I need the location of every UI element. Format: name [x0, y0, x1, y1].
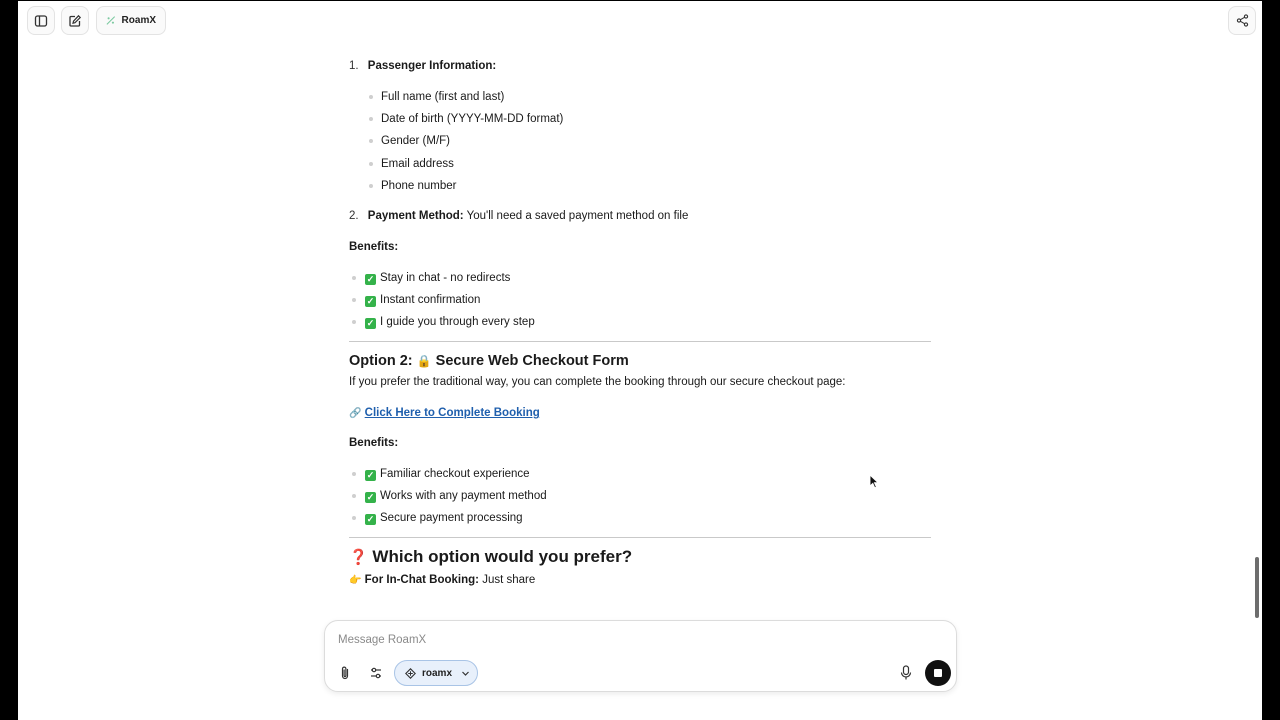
list-item-text: I guide you through every step	[380, 316, 535, 328]
option-2-description: If you prefer the traditional way, you c…	[349, 376, 846, 388]
step-2-title: Payment Method:	[367, 210, 464, 222]
followup-text: Just share	[482, 574, 536, 586]
checkmark-icon: ✓	[365, 274, 376, 285]
list-item: Date of birth (YYYY-MM-DD format)	[381, 113, 564, 125]
scrollbar-thumb[interactable]	[1255, 557, 1259, 618]
list-item: ✓ Stay in chat - no redirects	[365, 271, 510, 285]
bullet	[369, 162, 373, 166]
list-item: ✓ I guide you through every step	[365, 315, 535, 329]
divider	[349, 537, 931, 538]
mouse-cursor-icon	[869, 474, 879, 489]
top-bar: RoamX	[18, 1, 1262, 41]
bullet	[369, 139, 373, 143]
chevron-down-icon	[462, 671, 469, 676]
list-item: Full name (first and last)	[381, 91, 505, 103]
step-2-text: You'll need a saved payment method on fi…	[466, 210, 689, 222]
divider	[349, 341, 931, 342]
list-item-text: Instant confirmation	[380, 294, 481, 306]
voice-button[interactable]	[896, 663, 916, 683]
list-item: Phone number	[381, 180, 457, 192]
option-2-title: Secure Web Checkout Form	[435, 353, 629, 369]
benefits-heading: Benefits:	[349, 241, 399, 253]
list-item: ✓ Familiar checkout experience	[365, 467, 530, 481]
bullet	[369, 184, 373, 188]
microphone-icon	[900, 665, 912, 680]
bullet	[352, 276, 356, 280]
tools-button[interactable]	[366, 663, 386, 683]
message-input[interactable]	[338, 631, 898, 649]
share-button[interactable]	[1228, 6, 1256, 35]
brand-button[interactable]: RoamX	[96, 6, 166, 35]
paperclip-icon	[341, 666, 349, 680]
bullet	[369, 95, 373, 99]
bullet	[352, 494, 356, 498]
complete-booking-link[interactable]: Click Here to Complete Booking	[365, 407, 540, 419]
list-item: ✓ Works with any payment method	[365, 489, 547, 503]
message-composer: roamx	[324, 620, 957, 692]
list-item-text: Stay in chat - no redirects	[380, 272, 511, 284]
step-1-title: Passenger Information:	[367, 60, 497, 72]
step-2-number: 2.	[349, 210, 359, 222]
question-text: Which option would you prefer?	[372, 547, 633, 566]
sidebar-toggle-button[interactable]	[27, 6, 55, 35]
list-item: ✓ Instant confirmation	[365, 293, 480, 307]
lock-icon: 🔒	[416, 354, 432, 368]
step-2: 2. Payment Method: You'll need a saved p…	[349, 209, 688, 223]
checkmark-icon: ✓	[365, 514, 376, 525]
question-icon: ❓	[349, 549, 368, 566]
list-item: ✓ Secure payment processing	[365, 511, 523, 525]
chat-app: RoamX 1. Passenger Information: Full nam…	[18, 1, 1262, 720]
attach-button[interactable]	[335, 663, 355, 683]
model-icon	[405, 667, 416, 679]
stop-icon	[934, 669, 942, 677]
benefits-heading: Benefits:	[349, 437, 399, 449]
step-1-number: 1.	[349, 60, 359, 72]
stop-button[interactable]	[925, 660, 951, 686]
step-1: 1. Passenger Information:	[349, 59, 496, 73]
share-icon	[1236, 14, 1248, 27]
bullet	[369, 117, 373, 121]
bullet	[352, 472, 356, 476]
followup-line: 👉 For In-Chat Booking: Just share	[349, 573, 535, 588]
sidebar-toggle-icon	[34, 14, 48, 27]
checkmark-icon: ✓	[365, 492, 376, 503]
checkmark-icon: ✓	[365, 470, 376, 481]
list-item-text: Works with any payment method	[380, 490, 547, 502]
list-item-text: Secure payment processing	[380, 512, 523, 524]
checkmark-icon: ✓	[365, 296, 376, 307]
new-chat-icon	[69, 14, 82, 27]
checkmark-icon: ✓	[365, 318, 376, 329]
followup-label: For In-Chat Booking:	[364, 574, 479, 586]
bullet	[352, 320, 356, 324]
link-icon: 🔗	[349, 408, 362, 419]
list-item: Gender (M/F)	[381, 135, 451, 147]
question-heading: ❓ Which option would you prefer?	[349, 547, 632, 568]
model-label: roamx	[422, 667, 453, 679]
option-2-prefix: Option 2:	[349, 353, 417, 369]
checkout-link-row: 🔗 Click Here to Complete Booking	[349, 406, 540, 421]
brand-name: RoamX	[121, 15, 156, 26]
list-item-text: Familiar checkout experience	[380, 468, 530, 480]
roamx-logo-icon	[106, 16, 116, 25]
bullet	[352, 298, 356, 302]
sliders-icon	[371, 667, 381, 679]
list-item: Email address	[381, 158, 454, 170]
bullet	[352, 516, 356, 520]
model-selector[interactable]: roamx	[394, 660, 478, 686]
new-chat-button[interactable]	[61, 6, 89, 35]
pointing-hand-icon: 👉	[349, 575, 362, 586]
option-2-heading: Option 2: 🔒 Secure Web Checkout Form	[349, 352, 629, 370]
